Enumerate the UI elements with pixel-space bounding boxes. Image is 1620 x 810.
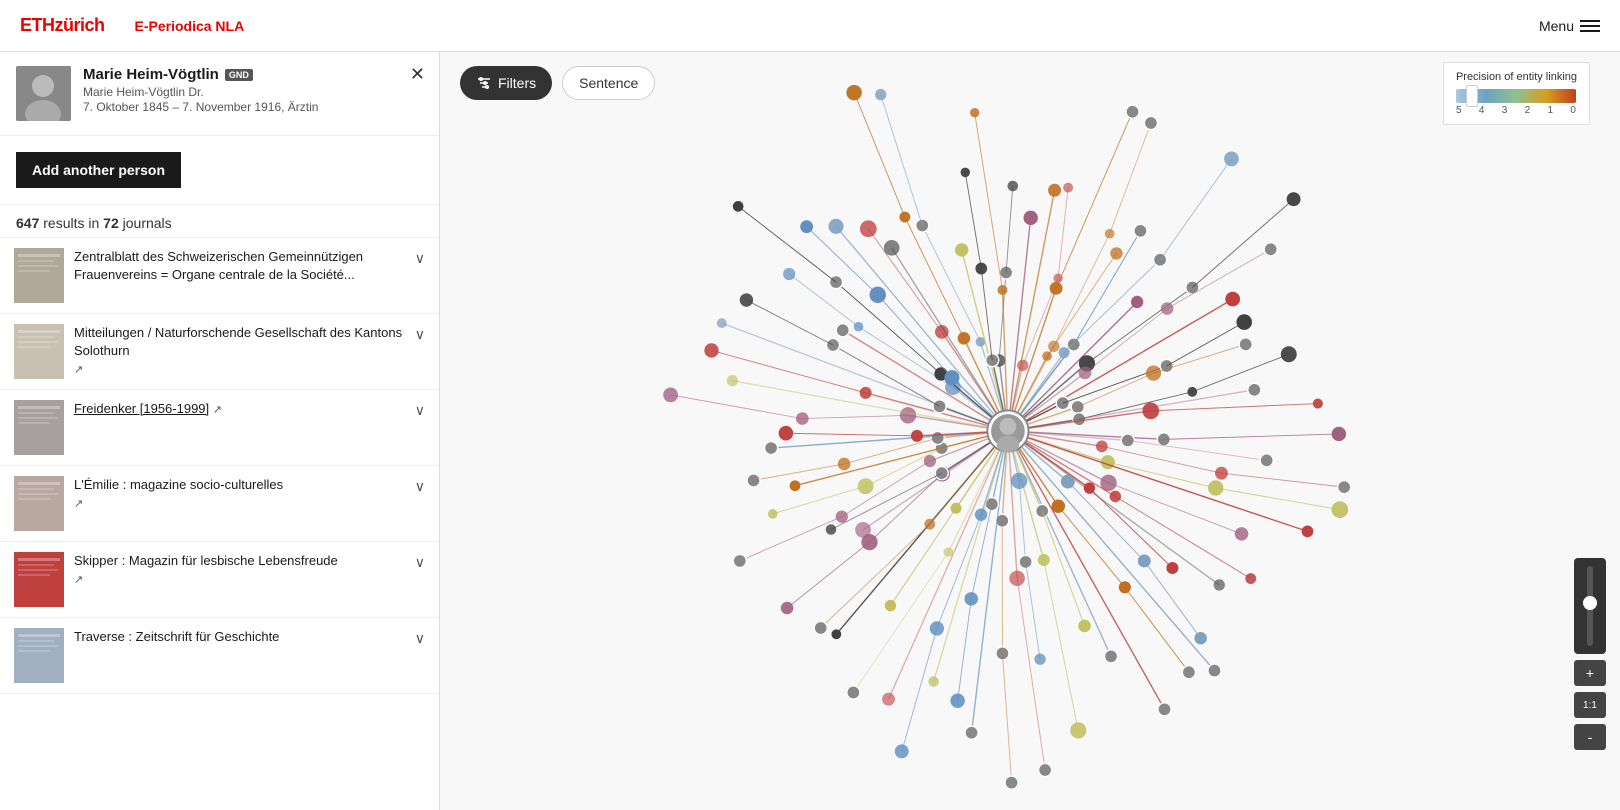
- results-count: 647: [16, 215, 39, 231]
- journal-thumbnail: [14, 324, 64, 379]
- journal-item[interactable]: Freidenker [1956-1999] ↗ ∨: [0, 390, 439, 466]
- journal-title: Mitteilungen / Naturforschende Gesellsch…: [74, 325, 402, 358]
- precision-title: Precision of entity linking: [1456, 71, 1577, 83]
- expand-icon[interactable]: ∨: [415, 628, 425, 647]
- filters-label: Filters: [498, 75, 536, 91]
- journal-title: Zentralblatt des Schweizerischen Gemeinn…: [74, 249, 363, 282]
- person-info: Marie Heim-Vögtlin GND Marie Heim-Vögtli…: [83, 66, 423, 114]
- zoom-out-button[interactable]: -: [1574, 724, 1606, 750]
- zoom-slider-track[interactable]: [1587, 566, 1593, 646]
- external-link-icon: ↗: [74, 574, 83, 586]
- journals-count: 72: [103, 215, 119, 231]
- zoom-slider-panel: [1574, 558, 1606, 654]
- journal-info: Mitteilungen / Naturforschende Gesellsch…: [74, 324, 405, 379]
- external-link-icon: ↗: [213, 404, 222, 416]
- menu-button[interactable]: Menu: [1539, 18, 1600, 34]
- zoom-in-button[interactable]: +: [1574, 660, 1606, 686]
- zurich-text: zürich: [55, 15, 105, 35]
- journal-info: L'Émilie : magazine socio-culturelles ↗: [74, 476, 405, 513]
- eth-text: ETH: [20, 15, 55, 35]
- precision-marker[interactable]: [1466, 85, 1478, 107]
- graph-toolbar: Filters Sentence: [460, 66, 655, 100]
- zoom-slider-thumb[interactable]: [1583, 596, 1597, 610]
- journal-thumbnail: [14, 476, 64, 531]
- person-alt-name: Marie Heim-Vögtlin Dr.: [83, 85, 423, 99]
- journal-info: Zentralblatt des Schweizerischen Gemeinn…: [74, 248, 405, 284]
- results-summary: 647 results in 72 journals: [0, 205, 439, 238]
- header: ETHzürich E-Periodica NLA Menu: [0, 0, 1620, 52]
- journal-title: Traverse : Zeitschrift für Geschichte: [74, 629, 279, 644]
- results-label: results in: [43, 215, 99, 231]
- journal-item[interactable]: Mitteilungen / Naturforschende Gesellsch…: [0, 314, 439, 390]
- journal-item[interactable]: Zentralblatt des Schweizerischen Gemeinn…: [0, 238, 439, 314]
- person-name-text: Marie Heim-Vögtlin: [83, 66, 219, 83]
- journal-thumbnail: [14, 400, 64, 455]
- journal-title: L'Émilie : magazine socio-culturelles: [74, 477, 283, 492]
- avatar: [16, 66, 71, 121]
- precision-legend: Precision of entity linking 5 4 3 2 1 0: [1443, 62, 1590, 125]
- journal-info: Freidenker [1956-1999] ↗: [74, 400, 405, 418]
- journal-info: Skipper : Magazin für lesbische Lebensfr…: [74, 552, 405, 589]
- sentence-label: Sentence: [579, 75, 638, 91]
- person-dates: 7. Oktober 1845 – 7. November 1916, Ärzt…: [83, 100, 423, 114]
- journal-item[interactable]: Skipper : Magazin für lesbische Lebensfr…: [0, 542, 439, 618]
- expand-icon[interactable]: ∨: [415, 248, 425, 267]
- journal-thumbnail: [14, 248, 64, 303]
- journal-item[interactable]: Traverse : Zeitschrift für Geschichte ∨: [0, 618, 439, 694]
- filter-icon: [476, 75, 492, 91]
- journal-list: Zentralblatt des Schweizerischen Gemeinn…: [0, 238, 439, 694]
- expand-icon[interactable]: ∨: [415, 552, 425, 571]
- add-person-button[interactable]: Add another person: [16, 152, 181, 188]
- hamburger-icon: [1580, 20, 1600, 32]
- journal-thumbnail: [14, 552, 64, 607]
- expand-icon[interactable]: ∨: [415, 324, 425, 343]
- journal-thumbnail: [14, 628, 64, 683]
- zoom-ratio-button[interactable]: 1:1: [1574, 692, 1606, 718]
- journal-title: Skipper : Magazin für lesbische Lebensfr…: [74, 553, 338, 568]
- journal-item[interactable]: L'Émilie : magazine socio-culturelles ↗ ∨: [0, 466, 439, 542]
- expand-icon[interactable]: ∨: [415, 400, 425, 419]
- add-person-section: Add another person: [0, 136, 439, 205]
- close-button[interactable]: ✕: [410, 64, 425, 85]
- menu-label: Menu: [1539, 18, 1574, 34]
- eth-logo: ETHzürich: [20, 15, 105, 36]
- gnd-badge: GND: [225, 69, 253, 81]
- main-container: Marie Heim-Vögtlin GND Marie Heim-Vögtli…: [0, 52, 1620, 810]
- zoom-controls: + 1:1 -: [1574, 558, 1606, 750]
- filters-button[interactable]: Filters: [460, 66, 552, 100]
- person-card: Marie Heim-Vögtlin GND Marie Heim-Vögtli…: [0, 52, 439, 136]
- graph-area: Filters Sentence Precision of entity lin…: [440, 52, 1620, 810]
- precision-bar: [1456, 89, 1577, 103]
- sidebar: Marie Heim-Vögtlin GND Marie Heim-Vögtli…: [0, 52, 440, 810]
- external-link-icon: ↗: [74, 364, 83, 376]
- eperiodica-title: E-Periodica NLA: [135, 18, 245, 34]
- journal-title: Freidenker [1956-1999]: [74, 401, 209, 416]
- precision-gradient: [1456, 89, 1576, 103]
- network-graph[interactable]: [440, 52, 1620, 810]
- journal-info: Traverse : Zeitschrift für Geschichte: [74, 628, 405, 646]
- journals-label: journals: [123, 215, 172, 231]
- external-link-icon: ↗: [74, 498, 83, 510]
- expand-icon[interactable]: ∨: [415, 476, 425, 495]
- person-name: Marie Heim-Vögtlin GND: [83, 66, 423, 83]
- sentence-button[interactable]: Sentence: [562, 66, 655, 100]
